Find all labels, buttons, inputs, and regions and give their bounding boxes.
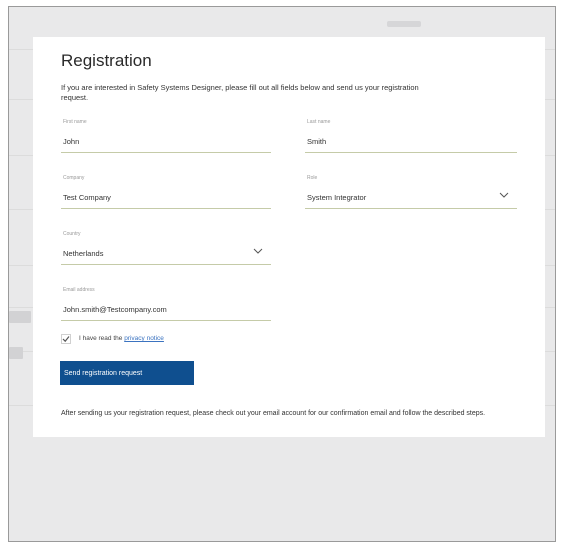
privacy-consent-text: I have read the privacy notice [79,335,164,342]
country-selected-value: Netherlands [63,249,104,258]
field-underline [61,320,271,321]
registration-dialog: Registration If you are interested in Sa… [33,37,545,437]
field-underline [305,152,517,153]
page-backdrop: Registration If you are interested in Sa… [8,6,556,542]
company-label: Company [63,175,85,181]
background-sidebar-item [9,311,31,323]
last-name-label: Last name [307,119,331,125]
chevron-down-icon[interactable] [253,247,263,255]
intro-text: If you are interested in Safety Systems … [61,83,419,102]
field-underline [61,152,271,153]
privacy-notice-link[interactable]: privacy notice [124,335,164,342]
after-submit-text: After sending us your registration reque… [61,410,486,417]
country-select[interactable]: Country Netherlands [61,231,271,265]
send-registration-button[interactable]: Send registration request [60,361,194,385]
last-name-value: Smith [307,137,327,146]
email-field[interactable]: Email address John.smith@Testcompany.com [61,287,271,321]
company-value: Test Company [63,193,111,202]
background-sidebar-item [9,347,23,359]
first-name-field[interactable]: First name John [61,119,271,153]
first-name-value: John [63,137,80,146]
privacy-checkbox[interactable] [61,334,71,344]
company-field[interactable]: Company Test Company [61,175,271,209]
chevron-down-icon[interactable] [499,191,509,199]
privacy-prefix: I have read the [79,335,123,342]
country-label: Country [63,231,81,237]
role-select[interactable]: Role System Integrator [305,175,517,209]
last-name-field[interactable]: Last name Smith [305,119,517,153]
email-label: Email address [63,287,95,293]
background-header-item [387,21,421,27]
dialog-title: Registration [61,51,152,70]
field-underline [305,208,517,209]
field-underline [61,208,271,209]
role-selected-value: System Integrator [307,193,367,202]
email-value: John.smith@Testcompany.com [63,305,167,314]
role-label: Role [307,175,318,181]
field-underline [61,264,271,265]
first-name-label: First name [63,119,87,125]
